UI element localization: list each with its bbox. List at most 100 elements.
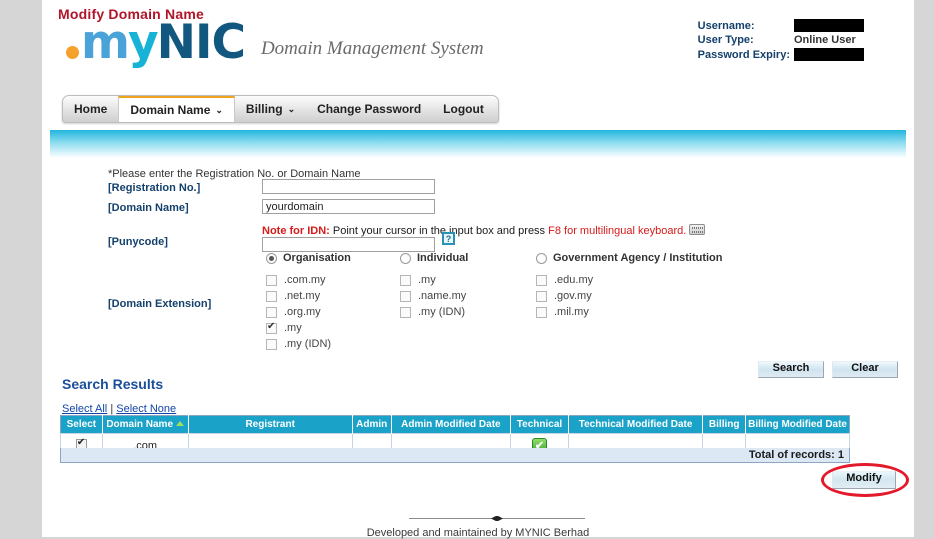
checkbox-icon (400, 306, 411, 318)
checkbox-icon (536, 274, 547, 286)
entity-type-individual[interactable]: Individual (400, 252, 468, 264)
punycode-help-icon[interactable]: ? (442, 232, 455, 245)
column-header-registrant[interactable]: Registrant (188, 415, 353, 434)
extension-name-my[interactable]: .name.my (400, 288, 466, 304)
checkbox-icon (266, 306, 277, 318)
footer-divider (409, 518, 585, 519)
extension-mil-my[interactable]: .mil.my (536, 304, 593, 320)
punycode-input[interactable] (262, 237, 435, 252)
column-header-select[interactable]: Select (60, 415, 103, 434)
idn-note: Note for IDN: Point your cursor in the i… (262, 224, 706, 237)
select-none-link[interactable]: Select None (116, 403, 176, 415)
checkbox-icon (400, 274, 411, 286)
entity-type-organisation[interactable]: Organisation (266, 252, 351, 264)
column-header-billing-modified-date[interactable]: Billing Modified Date (745, 415, 850, 434)
sort-ascending-icon (176, 421, 185, 426)
redacted-password-expiry (794, 48, 864, 61)
extension-org-my[interactable]: .org.my (266, 304, 331, 320)
selection-links: Select All | Select None (62, 403, 176, 415)
column-header-domain-name[interactable]: Domain Name (102, 415, 189, 434)
idn-note-red: F8 for multilingual keyboard. (548, 225, 687, 237)
nav-tab-domain-name-label: Domain Name (130, 103, 211, 117)
column-header-billing[interactable]: Billing (702, 415, 747, 434)
registration-no-label: [Registration No.] (108, 182, 201, 194)
extension-my-individual-label: .my (418, 274, 436, 286)
links-separator: | (110, 403, 114, 415)
extension-org-my-label: .org.my (284, 306, 321, 318)
extension-my[interactable]: .my (266, 320, 331, 336)
checkbox-checked-icon (266, 321, 277, 334)
radio-icon (266, 252, 277, 264)
entity-type-organisation-label: Organisation (283, 252, 351, 264)
redacted-username (794, 19, 864, 32)
username-row: Username: (698, 18, 864, 33)
logo-text-nic: NIC (156, 14, 246, 70)
extension-name-my-label: .name.my (418, 290, 467, 302)
column-header-technical-modified-date[interactable]: Technical Modified Date (568, 415, 704, 434)
extension-my-idn[interactable]: .my (IDN) (266, 336, 331, 352)
nav-tab-change-password[interactable]: Change Password (306, 96, 432, 122)
nav-tab-home[interactable]: Home (63, 96, 118, 122)
nav-tab-logout-label: Logout (443, 102, 484, 116)
table-header: Select Domain Name Registrant Admin Admi… (60, 415, 850, 434)
nav-tab-home-label: Home (74, 102, 108, 116)
extension-mil-my-label: .mil.my (554, 306, 589, 318)
punycode-label: [Punycode] (108, 236, 168, 248)
checkbox-icon (400, 290, 411, 302)
modify-button[interactable]: Modify (832, 471, 896, 489)
nav-tab-billing-label: Billing (245, 102, 283, 116)
idn-note-text: Point your cursor in the input box and p… (329, 225, 549, 237)
column-header-technical[interactable]: Technical (510, 415, 569, 434)
extension-net-my-label: .net.my (284, 290, 321, 302)
total-records: Total of records: 1 (60, 448, 850, 463)
password-expiry-value (794, 47, 864, 62)
extension-edu-my[interactable]: .edu.my (536, 272, 593, 288)
extension-net-my[interactable]: .net.my (266, 288, 331, 304)
extension-column-2: .my .name.my .my (IDN) (400, 272, 466, 320)
checkbox-icon (536, 306, 547, 318)
column-header-admin[interactable]: Admin (352, 415, 392, 434)
entity-type-government[interactable]: Government Agency / Institution (536, 252, 723, 264)
extension-com-my[interactable]: .com.my (266, 272, 331, 288)
page-container: my NIC Domain Management System Username… (42, 0, 914, 539)
extension-my-idn-individual[interactable]: .my (IDN) (400, 304, 466, 320)
nav-tab-domain-name[interactable]: Domain Name ⌄ (118, 96, 235, 122)
main-navigation: Home Domain Name ⌄ Billing ⌄ Change Pass… (62, 95, 499, 123)
checkbox-icon (266, 290, 277, 302)
table-header-row: Select Domain Name Registrant Admin Admi… (60, 415, 850, 434)
usertype-value: Online User (794, 34, 856, 46)
footer-text: Developed and maintained by MYNIC Berhad (366, 527, 590, 539)
section-banner (50, 130, 906, 158)
nav-tab-billing[interactable]: Billing ⌄ (235, 96, 306, 122)
extension-my-idn-individual-label: .my (IDN) (418, 306, 466, 318)
domain-name-input[interactable] (262, 199, 435, 214)
clear-button[interactable]: Clear (832, 361, 898, 378)
entity-type-individual-label: Individual (417, 252, 469, 264)
extension-gov-my[interactable]: .gov.my (536, 288, 593, 304)
radio-icon (400, 252, 411, 264)
extension-my-label: .my (284, 322, 302, 334)
chevron-down-icon: ⌄ (287, 103, 296, 114)
chevron-down-icon: ⌄ (215, 104, 223, 115)
extension-com-my-label: .com.my (284, 274, 326, 286)
checkbox-icon (266, 338, 277, 350)
logo-text-m: my (81, 14, 159, 70)
username-value (794, 18, 864, 33)
extension-edu-my-label: .edu.my (554, 274, 594, 286)
logo-tagline: Domain Management System (260, 38, 484, 59)
nav-tab-logout[interactable]: Logout (432, 96, 495, 122)
registration-no-input[interactable] (262, 179, 435, 194)
logo-dot-icon (66, 45, 79, 59)
extension-my-idn-label: .my (IDN) (284, 338, 332, 350)
entity-type-group: Organisation Individual Government Agenc… (42, 252, 914, 268)
select-all-link[interactable]: Select All (62, 403, 107, 415)
column-header-admin-modified-date[interactable]: Admin Modified Date (391, 415, 512, 434)
password-expiry-label: Password Expiry: (697, 48, 790, 61)
page-title: Modify Domain Name (58, 6, 204, 22)
extension-column-3: .edu.my .gov.my .mil.my (536, 272, 593, 320)
checkbox-icon (536, 290, 547, 302)
search-button[interactable]: Search (758, 361, 824, 378)
domain-extension-label: [Domain Extension] (108, 298, 212, 310)
extension-gov-my-label: .gov.my (554, 290, 592, 302)
extension-my-individual[interactable]: .my (400, 272, 466, 288)
